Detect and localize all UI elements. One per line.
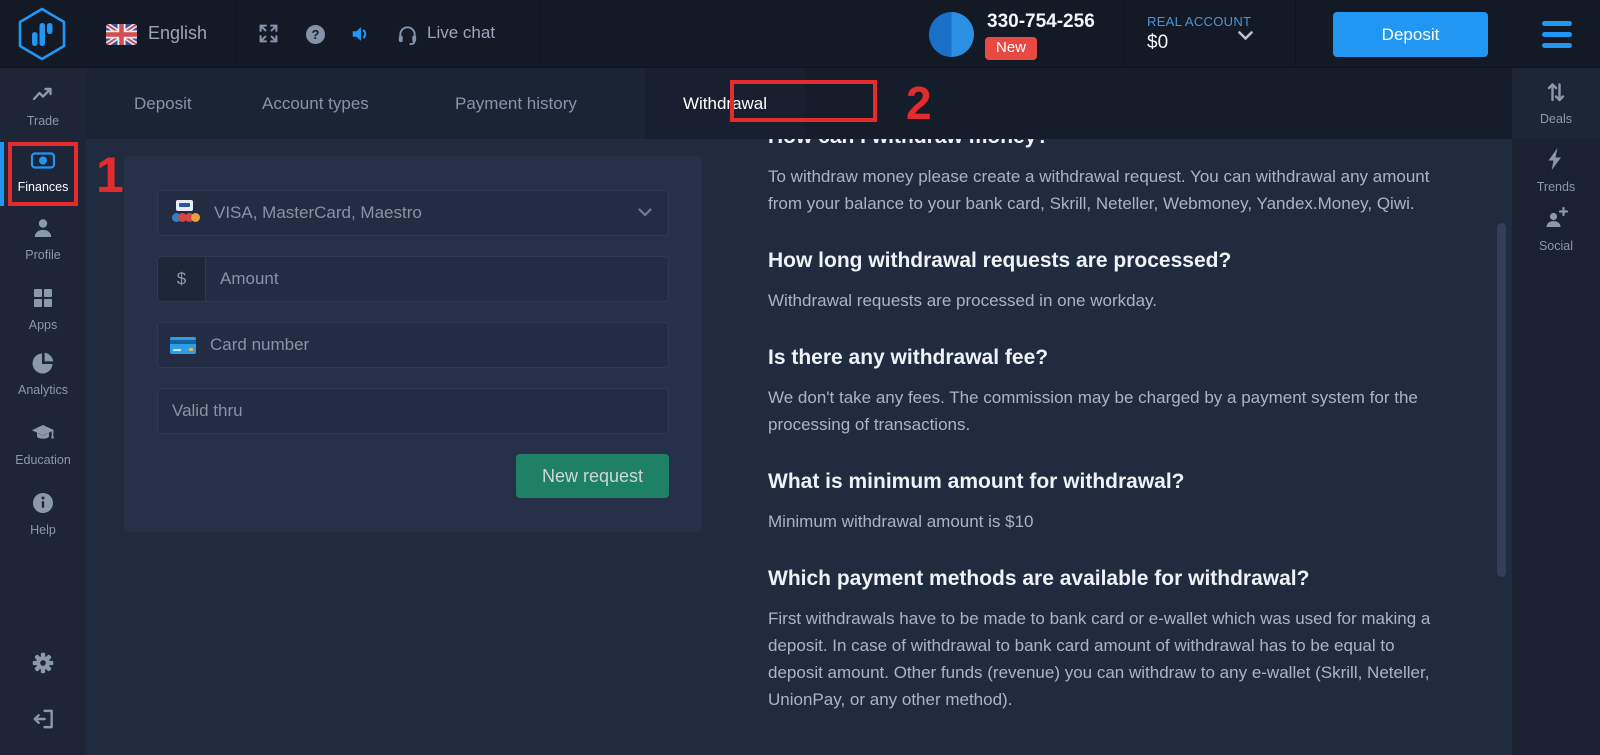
uk-flag-icon bbox=[106, 24, 137, 45]
live-chat-label[interactable]: Live chat bbox=[427, 23, 495, 43]
right-item-trends[interactable]: Trends bbox=[1512, 146, 1600, 194]
credit-card-icon bbox=[170, 337, 196, 354]
valid-thru-input[interactable] bbox=[158, 389, 668, 433]
card-number-input[interactable] bbox=[196, 323, 668, 367]
annotation-step-2: 2 bbox=[906, 76, 932, 130]
tab-deposit[interactable]: Deposit bbox=[134, 68, 192, 139]
new-request-button[interactable]: New request bbox=[516, 454, 669, 498]
account-type-label[interactable]: REAL ACCOUNT bbox=[1147, 14, 1251, 29]
headset-icon[interactable] bbox=[396, 23, 419, 51]
valid-thru-field bbox=[157, 388, 669, 434]
faq-section: What is minimum amount for withdrawal? M… bbox=[768, 470, 1440, 535]
person-icon bbox=[31, 227, 55, 244]
chevron-down-icon bbox=[638, 204, 652, 222]
scrollbar-thumb[interactable] bbox=[1497, 223, 1506, 577]
user-avatar[interactable] bbox=[929, 12, 974, 57]
sidebar-item-apps[interactable]: Apps bbox=[0, 286, 86, 332]
person-plus-icon bbox=[1543, 219, 1569, 236]
withdrawal-faq: How can I withdraw money? To withdraw mo… bbox=[768, 139, 1440, 713]
header: English ? Live chat 330-754-256 bbox=[0, 0, 1600, 68]
account-balance[interactable]: $0 bbox=[1147, 32, 1168, 54]
right-item-social[interactable]: Social bbox=[1512, 206, 1600, 253]
tab-bar: Deposit Account types Payment history bbox=[86, 68, 645, 139]
sidebar-item-help[interactable]: Help bbox=[0, 491, 86, 537]
help-question-icon[interactable]: ? bbox=[306, 25, 325, 44]
trading-platform-app: English ? Live chat 330-754-256 bbox=[0, 0, 1600, 755]
annotation-box-finances bbox=[8, 142, 78, 206]
sidebar-active-indicator bbox=[0, 142, 4, 206]
chevron-down-icon[interactable] bbox=[1238, 28, 1253, 46]
faq-body: We don't take any fees. The commission m… bbox=[768, 384, 1440, 438]
right-item-deals[interactable]: Deals bbox=[1512, 79, 1600, 126]
main-content: VISA, MasterCard, Maestro $ bbox=[86, 139, 1512, 755]
sidebar-item-analytics[interactable]: Analytics bbox=[0, 351, 86, 397]
new-badge: New bbox=[985, 37, 1037, 60]
app-logo-icon[interactable] bbox=[14, 7, 70, 61]
settings-gear-icon[interactable] bbox=[0, 650, 86, 681]
sidebar-item-trade[interactable]: Trade bbox=[0, 82, 86, 128]
grid-icon bbox=[31, 297, 55, 314]
annotation-step-1: 1 bbox=[96, 146, 124, 204]
withdrawal-form-panel: VISA, MasterCard, Maestro $ bbox=[124, 156, 702, 532]
faq-section: Is there any withdrawal fee? We don't ta… bbox=[768, 346, 1440, 438]
payment-method-select[interactable]: VISA, MasterCard, Maestro bbox=[157, 190, 669, 236]
amount-field: $ bbox=[157, 256, 669, 302]
logout-icon[interactable] bbox=[0, 706, 86, 737]
faq-section: How long withdrawal requests are process… bbox=[768, 249, 1440, 314]
dollar-prefix: $ bbox=[158, 257, 206, 301]
faq-heading: What is minimum amount for withdrawal? bbox=[768, 470, 1440, 494]
deposit-button[interactable]: Deposit bbox=[1333, 12, 1488, 57]
tab-account-types[interactable]: Account types bbox=[262, 68, 369, 139]
right-sidebar: Deals Trends Social bbox=[1512, 68, 1600, 755]
hamburger-menu-icon[interactable] bbox=[1542, 21, 1572, 48]
arrows-up-down-icon bbox=[1544, 92, 1568, 109]
info-circle-icon bbox=[31, 502, 55, 519]
pie-chart-icon bbox=[31, 362, 55, 379]
language-selector[interactable]: English bbox=[148, 23, 207, 44]
faq-body: First withdrawals have to be made to ban… bbox=[768, 605, 1440, 713]
header-divider bbox=[1123, 0, 1124, 68]
card-number-field bbox=[157, 322, 669, 368]
trend-up-icon bbox=[31, 93, 55, 110]
faq-body: Withdrawal requests are processed in one… bbox=[768, 287, 1440, 314]
faq-section: How can I withdraw money? To withdraw mo… bbox=[768, 139, 1440, 217]
sidebar-item-profile[interactable]: Profile bbox=[0, 216, 86, 262]
tab-payment-history[interactable]: Payment history bbox=[455, 68, 577, 139]
header-divider bbox=[540, 0, 541, 68]
faq-heading: Which payment methods are available for … bbox=[768, 567, 1440, 591]
header-divider bbox=[236, 0, 237, 68]
sidebar-item-education[interactable]: Education bbox=[0, 421, 86, 467]
faq-body: Minimum withdrawal amount is $10 bbox=[768, 508, 1440, 535]
payment-method-value: VISA, MasterCard, Maestro bbox=[200, 203, 638, 223]
sound-speaker-icon[interactable] bbox=[350, 23, 372, 50]
fullscreen-icon[interactable] bbox=[258, 23, 279, 49]
faq-body: To withdraw money please create a withdr… bbox=[768, 163, 1440, 217]
faq-section: Which payment methods are available for … bbox=[768, 567, 1440, 713]
faq-heading: How can I withdraw money? bbox=[768, 139, 1440, 149]
header-divider bbox=[1295, 0, 1296, 68]
lightning-icon bbox=[1544, 160, 1568, 177]
faq-heading: How long withdrawal requests are process… bbox=[768, 249, 1440, 273]
annotation-box-withdrawal bbox=[730, 80, 877, 122]
account-id: 330-754-256 bbox=[987, 11, 1095, 33]
amount-input[interactable] bbox=[206, 257, 668, 301]
faq-heading: Is there any withdrawal fee? bbox=[768, 346, 1440, 370]
graduation-cap-icon bbox=[30, 432, 56, 449]
bank-cards-icon bbox=[170, 200, 200, 226]
